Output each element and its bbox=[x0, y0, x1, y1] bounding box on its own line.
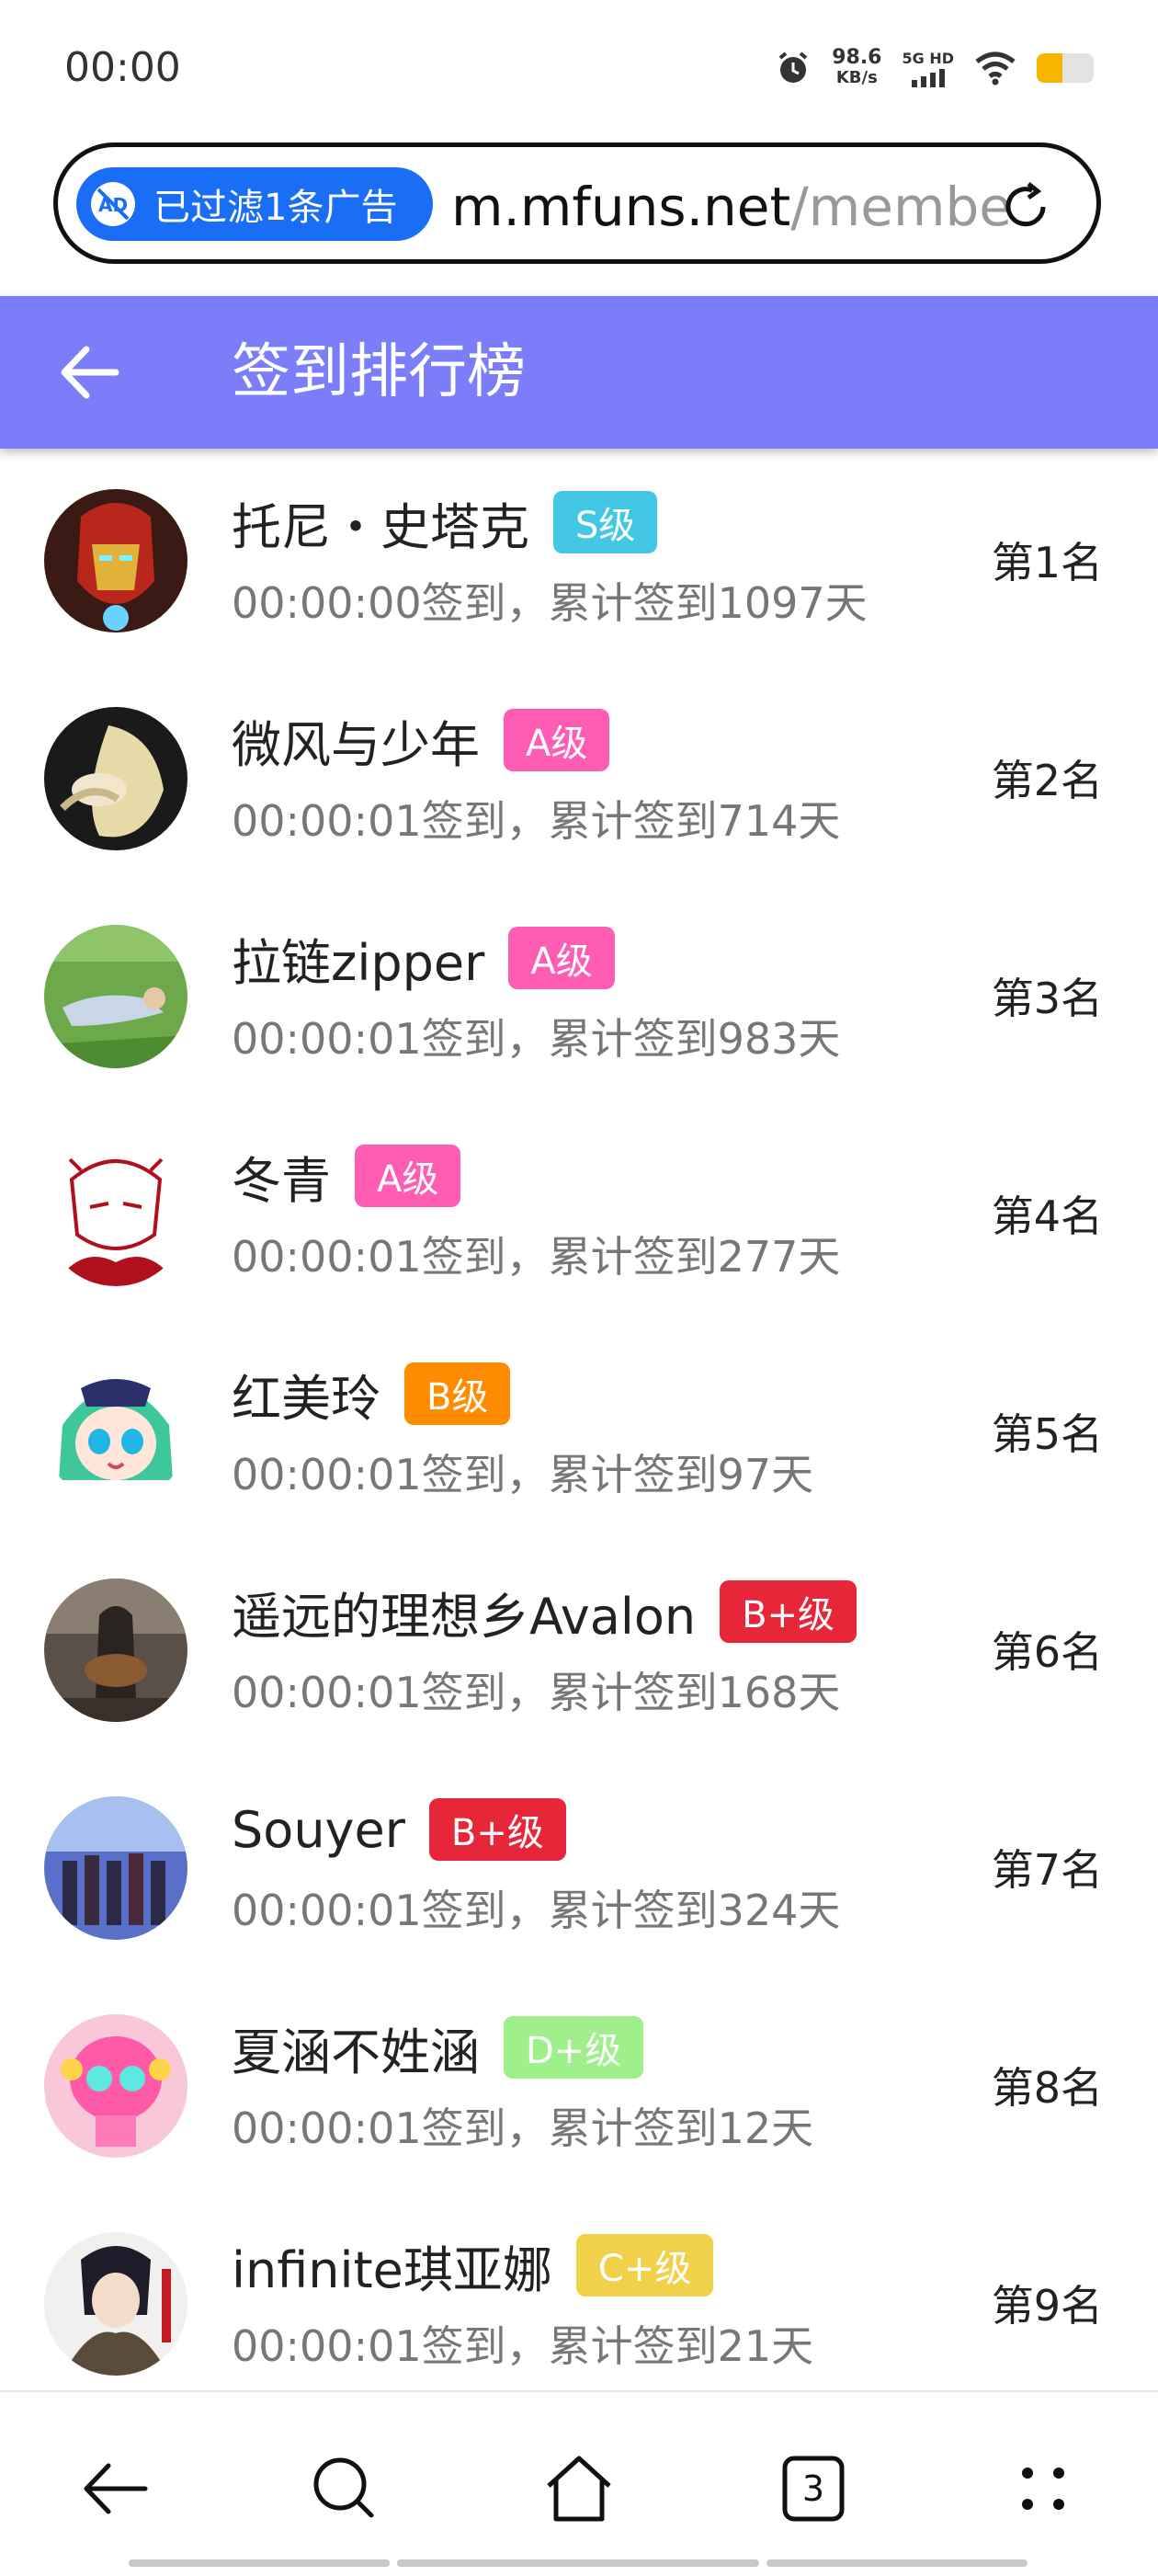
user-name[interactable]: 遥远的理想乡Avalon bbox=[232, 1576, 696, 1648]
signin-info: 00:00:01签到，累计签到21天 bbox=[232, 2321, 814, 2371]
user-name[interactable]: 夏涵不姓涵 bbox=[232, 2012, 480, 2084]
ad-block-icon: AD bbox=[91, 182, 135, 226]
network-speed: 98.6 KB/s bbox=[832, 48, 881, 88]
level-badge: S级 bbox=[553, 491, 658, 553]
name-row: 冬青 A级 bbox=[232, 1139, 461, 1213]
name-row: infinite琪亚娜 C+级 bbox=[232, 2228, 714, 2302]
list-item[interactable]: 红美玲 B级 00:00:01签到，累计签到97天 第5名 bbox=[0, 1324, 1158, 1542]
user-name[interactable]: 拉链zipper bbox=[232, 922, 484, 995]
back-arrow-icon[interactable] bbox=[55, 340, 125, 405]
nav-search-icon[interactable] bbox=[303, 2447, 386, 2530]
name-row: 微风与少年 A级 bbox=[232, 703, 610, 777]
level-badge: B+级 bbox=[720, 1580, 857, 1643]
level-badge: C+级 bbox=[575, 2234, 714, 2297]
list-item[interactable]: 遥远的理想乡Avalon B+级 00:00:01签到，累计签到168天 第6名 bbox=[0, 1542, 1158, 1760]
list-item[interactable]: 托尼・史塔克 S级 00:00:00签到，累计签到1097天 第1名 bbox=[0, 452, 1158, 670]
rank-label: 第8名 bbox=[991, 2063, 1103, 2113]
rank-label: 第2名 bbox=[991, 756, 1103, 805]
level-badge: B+级 bbox=[428, 1798, 566, 1861]
signin-info: 00:00:00签到，累计签到1097天 bbox=[232, 578, 868, 628]
battery-icon bbox=[1037, 53, 1094, 83]
nav-home-icon[interactable] bbox=[538, 2447, 620, 2530]
nav-menu-icon[interactable] bbox=[1002, 2447, 1084, 2530]
name-row: 夏涵不姓涵 D+级 bbox=[232, 2011, 644, 2084]
name-row: Souyer B+级 bbox=[232, 1793, 566, 1866]
signal-icon: 5G HD bbox=[902, 50, 954, 87]
status-time: 00:00 bbox=[64, 44, 181, 91]
user-name[interactable]: 红美玲 bbox=[232, 1358, 380, 1430]
signin-info: 00:00:01签到，累计签到983天 bbox=[232, 1014, 841, 1064]
list-item[interactable]: infinite琪亚娜 C+级 00:00:01签到，累计签到21天 第9名 bbox=[0, 2195, 1158, 2390]
battery-fill bbox=[1037, 53, 1062, 83]
url-text[interactable]: m.mfuns.net/membe bbox=[451, 175, 1014, 239]
name-row: 红美玲 B级 bbox=[232, 1357, 511, 1430]
avatar[interactable] bbox=[44, 1796, 187, 1940]
signin-info: 00:00:01签到，累计签到97天 bbox=[232, 1450, 814, 1499]
url-host: m.mfuns.net bbox=[451, 176, 791, 238]
avatar[interactable] bbox=[44, 489, 187, 633]
speed-unit: KB/s bbox=[835, 68, 878, 87]
avatar[interactable] bbox=[44, 2232, 187, 2376]
user-name[interactable]: Souyer bbox=[232, 1801, 405, 1859]
ad-filter-pill[interactable]: AD 已过滤1条广告 bbox=[76, 167, 433, 241]
alarm-icon bbox=[778, 51, 808, 83]
reload-icon[interactable] bbox=[995, 177, 1056, 237]
avatar[interactable] bbox=[44, 925, 187, 1068]
user-name[interactable]: 托尼・史塔克 bbox=[232, 486, 529, 559]
list-item[interactable]: 冬青 A级 00:00:01签到，累计签到277天 第4名 bbox=[0, 1106, 1158, 1324]
nav-back-icon[interactable] bbox=[74, 2447, 156, 2530]
rank-label: 第6名 bbox=[991, 1627, 1103, 1677]
signin-info: 00:00:01签到，累计签到12天 bbox=[232, 2103, 814, 2153]
user-name[interactable]: 冬青 bbox=[232, 1140, 331, 1213]
speed-value: 98.6 bbox=[832, 46, 882, 69]
list-item[interactable]: 拉链zipper A级 00:00:01签到，累计签到983天 第3名 bbox=[0, 888, 1158, 1106]
rank-label: 第3名 bbox=[991, 974, 1103, 1023]
tab-count: 3 bbox=[801, 2468, 825, 2509]
app-header: 签到排行榜 bbox=[0, 296, 1158, 449]
level-badge: A级 bbox=[508, 927, 615, 989]
avatar[interactable] bbox=[44, 1143, 187, 1286]
name-row: 托尼・史塔克 S级 bbox=[232, 485, 658, 559]
gesture-bar-right bbox=[766, 2559, 1027, 2567]
level-badge: D+级 bbox=[504, 2016, 644, 2079]
page-title: 签到排行榜 bbox=[232, 338, 526, 406]
signin-info: 00:00:01签到，累计签到168天 bbox=[232, 1668, 841, 1717]
level-badge: B级 bbox=[404, 1362, 511, 1425]
user-name[interactable]: infinite琪亚娜 bbox=[232, 2229, 552, 2302]
avatar[interactable] bbox=[44, 707, 187, 850]
ad-filter-label: 已过滤1条广告 bbox=[153, 187, 398, 229]
nav-tabs-button[interactable]: 3 bbox=[772, 2447, 855, 2530]
level-badge: A级 bbox=[504, 709, 610, 771]
gesture-bar-left bbox=[129, 2559, 390, 2567]
rank-label: 第9名 bbox=[991, 2281, 1103, 2331]
avatar[interactable] bbox=[44, 1361, 187, 1504]
signin-info: 00:00:01签到，累计签到714天 bbox=[232, 796, 841, 846]
level-badge: A级 bbox=[355, 1145, 461, 1207]
url-path: /membe bbox=[790, 176, 1012, 238]
avatar[interactable] bbox=[44, 2014, 187, 2158]
status-icons: 98.6 KB/s 5G HD bbox=[775, 48, 1094, 88]
rank-label: 第4名 bbox=[991, 1191, 1103, 1241]
list-item[interactable]: 夏涵不姓涵 D+级 00:00:01签到，累计签到12天 第8名 bbox=[0, 1978, 1158, 2195]
name-row: 遥远的理想乡Avalon B+级 bbox=[232, 1575, 857, 1648]
wifi-icon bbox=[975, 51, 1016, 85]
user-name[interactable]: 微风与少年 bbox=[232, 704, 480, 777]
signin-info: 00:00:01签到，累计签到277天 bbox=[232, 1232, 841, 1282]
gesture-bar-center[interactable] bbox=[397, 2559, 759, 2567]
bottom-nav: 3 bbox=[0, 2390, 1158, 2576]
name-row: 拉链zipper A级 bbox=[232, 921, 615, 995]
list-item[interactable]: Souyer B+级 00:00:01签到，累计签到324天 第7名 bbox=[0, 1760, 1158, 1978]
ranking-list: 托尼・史塔克 S级 00:00:00签到，累计签到1097天 第1名 微风与少年… bbox=[0, 452, 1158, 2390]
signin-info: 00:00:01签到，累计签到324天 bbox=[232, 1886, 841, 1935]
status-bar: 00:00 98.6 KB/s 5G HD bbox=[0, 0, 1158, 138]
url-bar[interactable]: AD 已过滤1条广告 m.mfuns.net/membe bbox=[53, 142, 1101, 264]
rank-label: 第5名 bbox=[991, 1409, 1103, 1459]
rank-label: 第7名 bbox=[991, 1845, 1103, 1895]
avatar[interactable] bbox=[44, 1579, 187, 1722]
rank-label: 第1名 bbox=[991, 538, 1103, 587]
list-item[interactable]: 微风与少年 A级 00:00:01签到，累计签到714天 第2名 bbox=[0, 670, 1158, 888]
network-type: 5G HD bbox=[902, 49, 954, 67]
